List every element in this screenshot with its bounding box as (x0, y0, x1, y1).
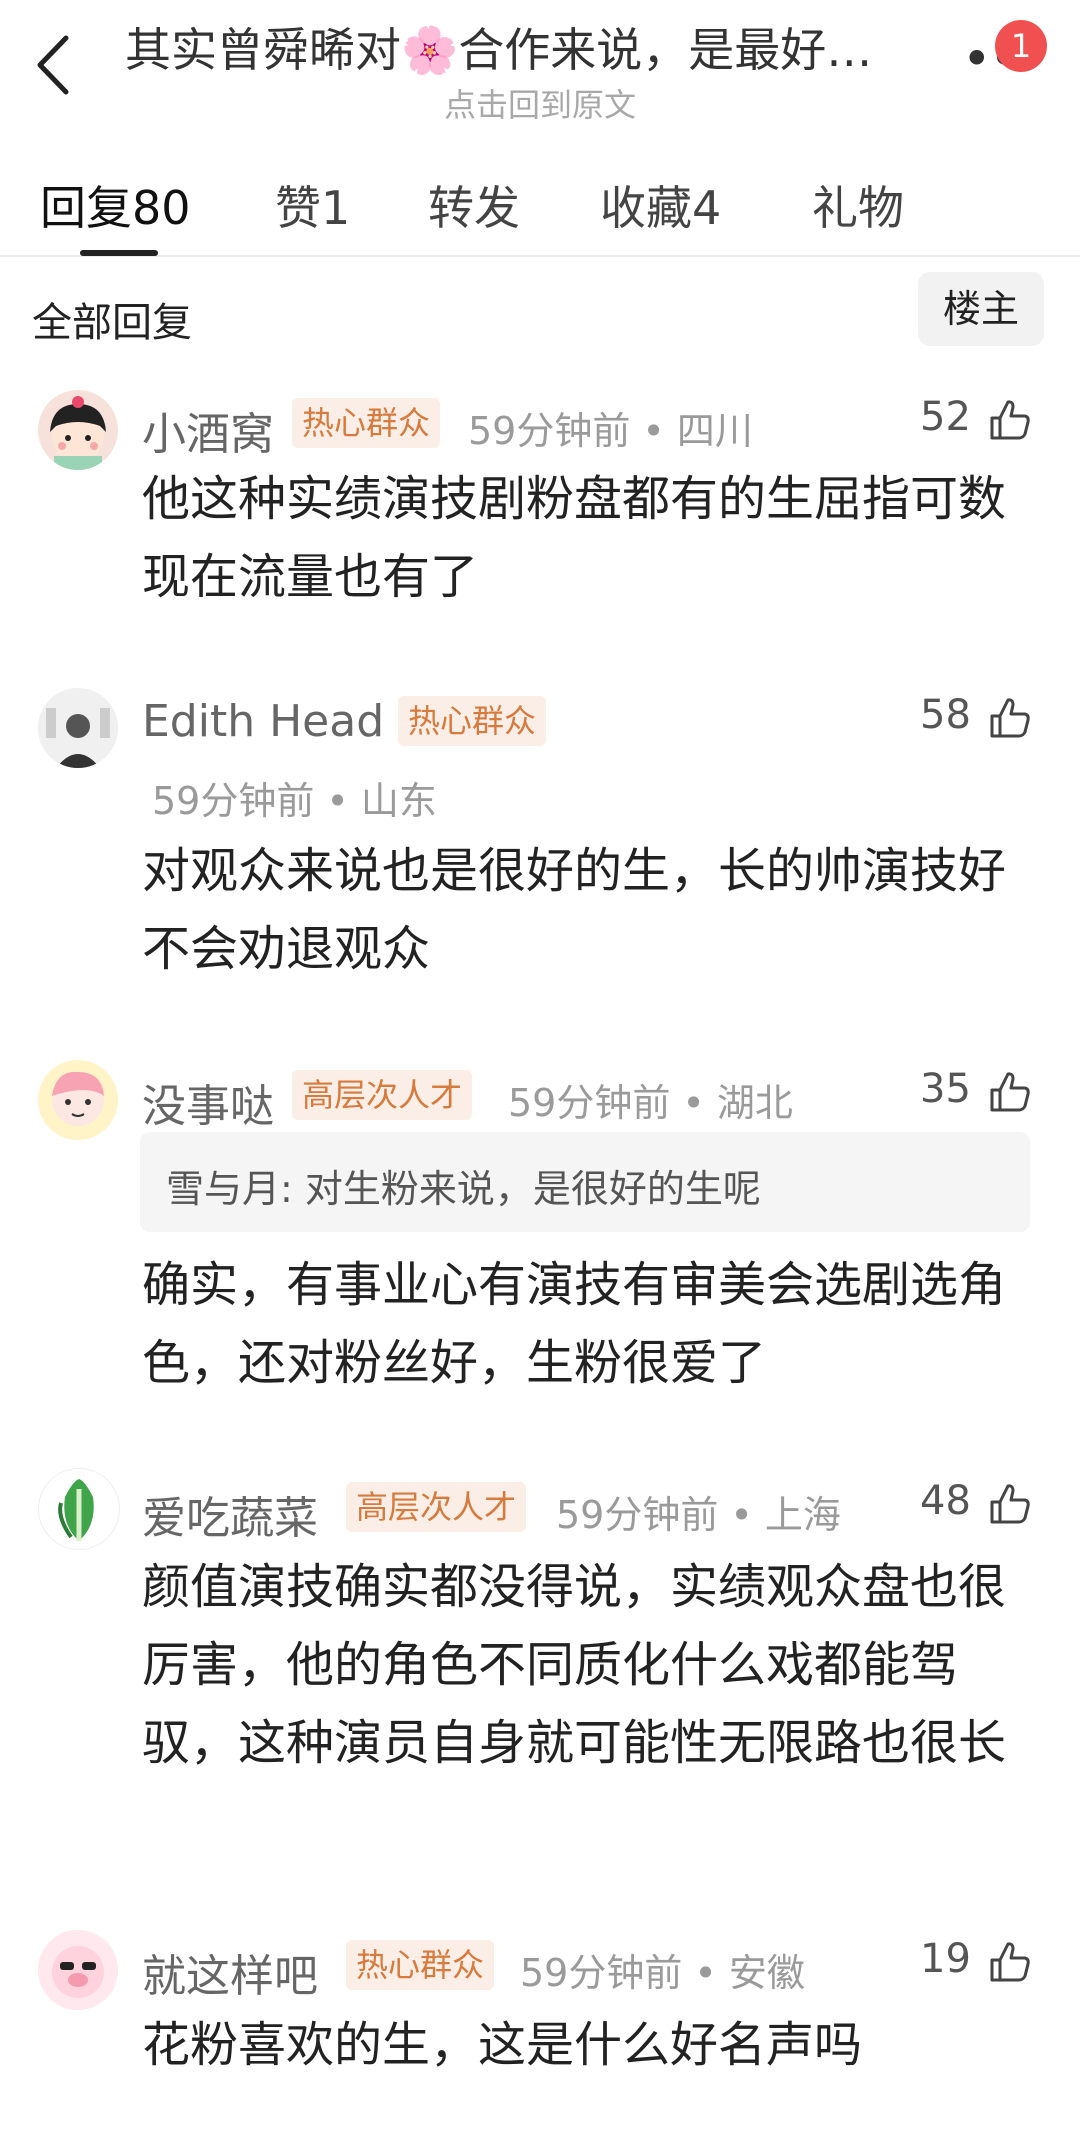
girl-avatar-icon (50, 396, 106, 470)
comment-text: 确实，有事业心有演技有审美会选剧选角色，还对粉丝好，生粉很爱了 (142, 1257, 1007, 1391)
like-count: 48 (920, 1478, 971, 1524)
active-tab-indicator (80, 250, 158, 256)
tab-favorites[interactable]: 收藏4 (600, 172, 721, 238)
username[interactable]: 小酒窝 (142, 398, 274, 462)
thumbs-up-icon[interactable] (986, 396, 1034, 444)
username[interactable]: 没事哒 (142, 1070, 274, 1134)
comment-text: 花粉喜欢的生，这是什么好名声吗 (142, 2017, 863, 2073)
username[interactable]: 爱吃蔬菜 (142, 1482, 318, 1546)
avatar[interactable] (38, 390, 118, 470)
user-badge: 热心群众 (292, 398, 441, 448)
comment-text: 对观众来说也是很好的生，长的帅演技好不会劝退观众 (142, 843, 1007, 977)
quoted-reply-text: 雪与月: 对生粉来说，是很好的生呢 (166, 1167, 761, 1211)
thumbs-up-icon[interactable] (986, 1938, 1034, 1986)
tab-bar: 回复80 赞1 转发 收藏4 礼物 (0, 160, 1080, 257)
username[interactable]: 就这样吧 (142, 1940, 318, 2004)
tab-reposts[interactable]: 转发 (428, 172, 520, 238)
comment-text: 颜值演技确实都没得说，实绩观众盘也很厉害，他的角色不同质化什么戏都能驾驭，这种演… (142, 1559, 1007, 1771)
user-badge: 热心群众 (346, 1940, 495, 1990)
all-replies-label[interactable]: 全部回复 (32, 290, 192, 348)
user-badge: 热心群众 (398, 696, 547, 746)
quoted-reply[interactable]: 雪与月: 对生粉来说，是很好的生呢 (140, 1132, 1030, 1232)
thumbs-up-icon[interactable] (986, 1480, 1034, 1528)
like-count: 35 (920, 1066, 971, 1112)
vegetable-avatar-icon (58, 1479, 94, 1541)
cartoon-avatar-icon (38, 1060, 118, 1140)
timestamp-location: 59分钟前 • 上海 (556, 1493, 841, 1537)
avatar[interactable] (38, 1930, 118, 2010)
username[interactable]: Edith Head (142, 696, 384, 747)
tab-likes[interactable]: 赞1 (275, 172, 350, 238)
timestamp-location: 59分钟前 • 四川 (468, 409, 753, 453)
avatar[interactable] (38, 1468, 120, 1550)
user-badge: 高层次人才 (346, 1482, 527, 1532)
person-photo-icon (38, 688, 118, 768)
thumbs-up-icon[interactable] (986, 1068, 1034, 1116)
owner-only-button[interactable]: 楼主 (918, 272, 1044, 346)
post-title[interactable]: 其实曾舜晞对🌸合作来说，是最好… (125, 14, 925, 80)
pig-avatar-icon (38, 1930, 118, 2010)
avatar[interactable] (38, 1060, 118, 1140)
timestamp-location: 59分钟前 • 安徽 (520, 1951, 805, 1995)
timestamp-location: 59分钟前 • 山东 (152, 779, 437, 823)
comment-text: 他这种实绩演技剧粉盘都有的生屈指可数 现在流量也有了 (142, 471, 1007, 605)
user-badge: 高层次人才 (292, 1070, 473, 1120)
notification-badge: 1 (995, 20, 1047, 72)
like-count: 19 (920, 1936, 971, 1982)
tab-replies[interactable]: 回复80 (40, 172, 191, 238)
thumbs-up-icon[interactable] (986, 694, 1034, 742)
like-count: 52 (920, 394, 971, 440)
timestamp-location: 59分钟前 • 湖北 (508, 1081, 793, 1125)
like-count: 58 (920, 692, 971, 738)
top-bar: 其实曾舜晞对🌸合作来说，是最好… 点击回到原文 •• 1 (0, 0, 1080, 130)
tab-gifts[interactable]: 礼物 (812, 172, 904, 238)
back-to-original-link[interactable]: 点击回到原文 (0, 80, 1080, 126)
avatar[interactable] (38, 688, 118, 768)
